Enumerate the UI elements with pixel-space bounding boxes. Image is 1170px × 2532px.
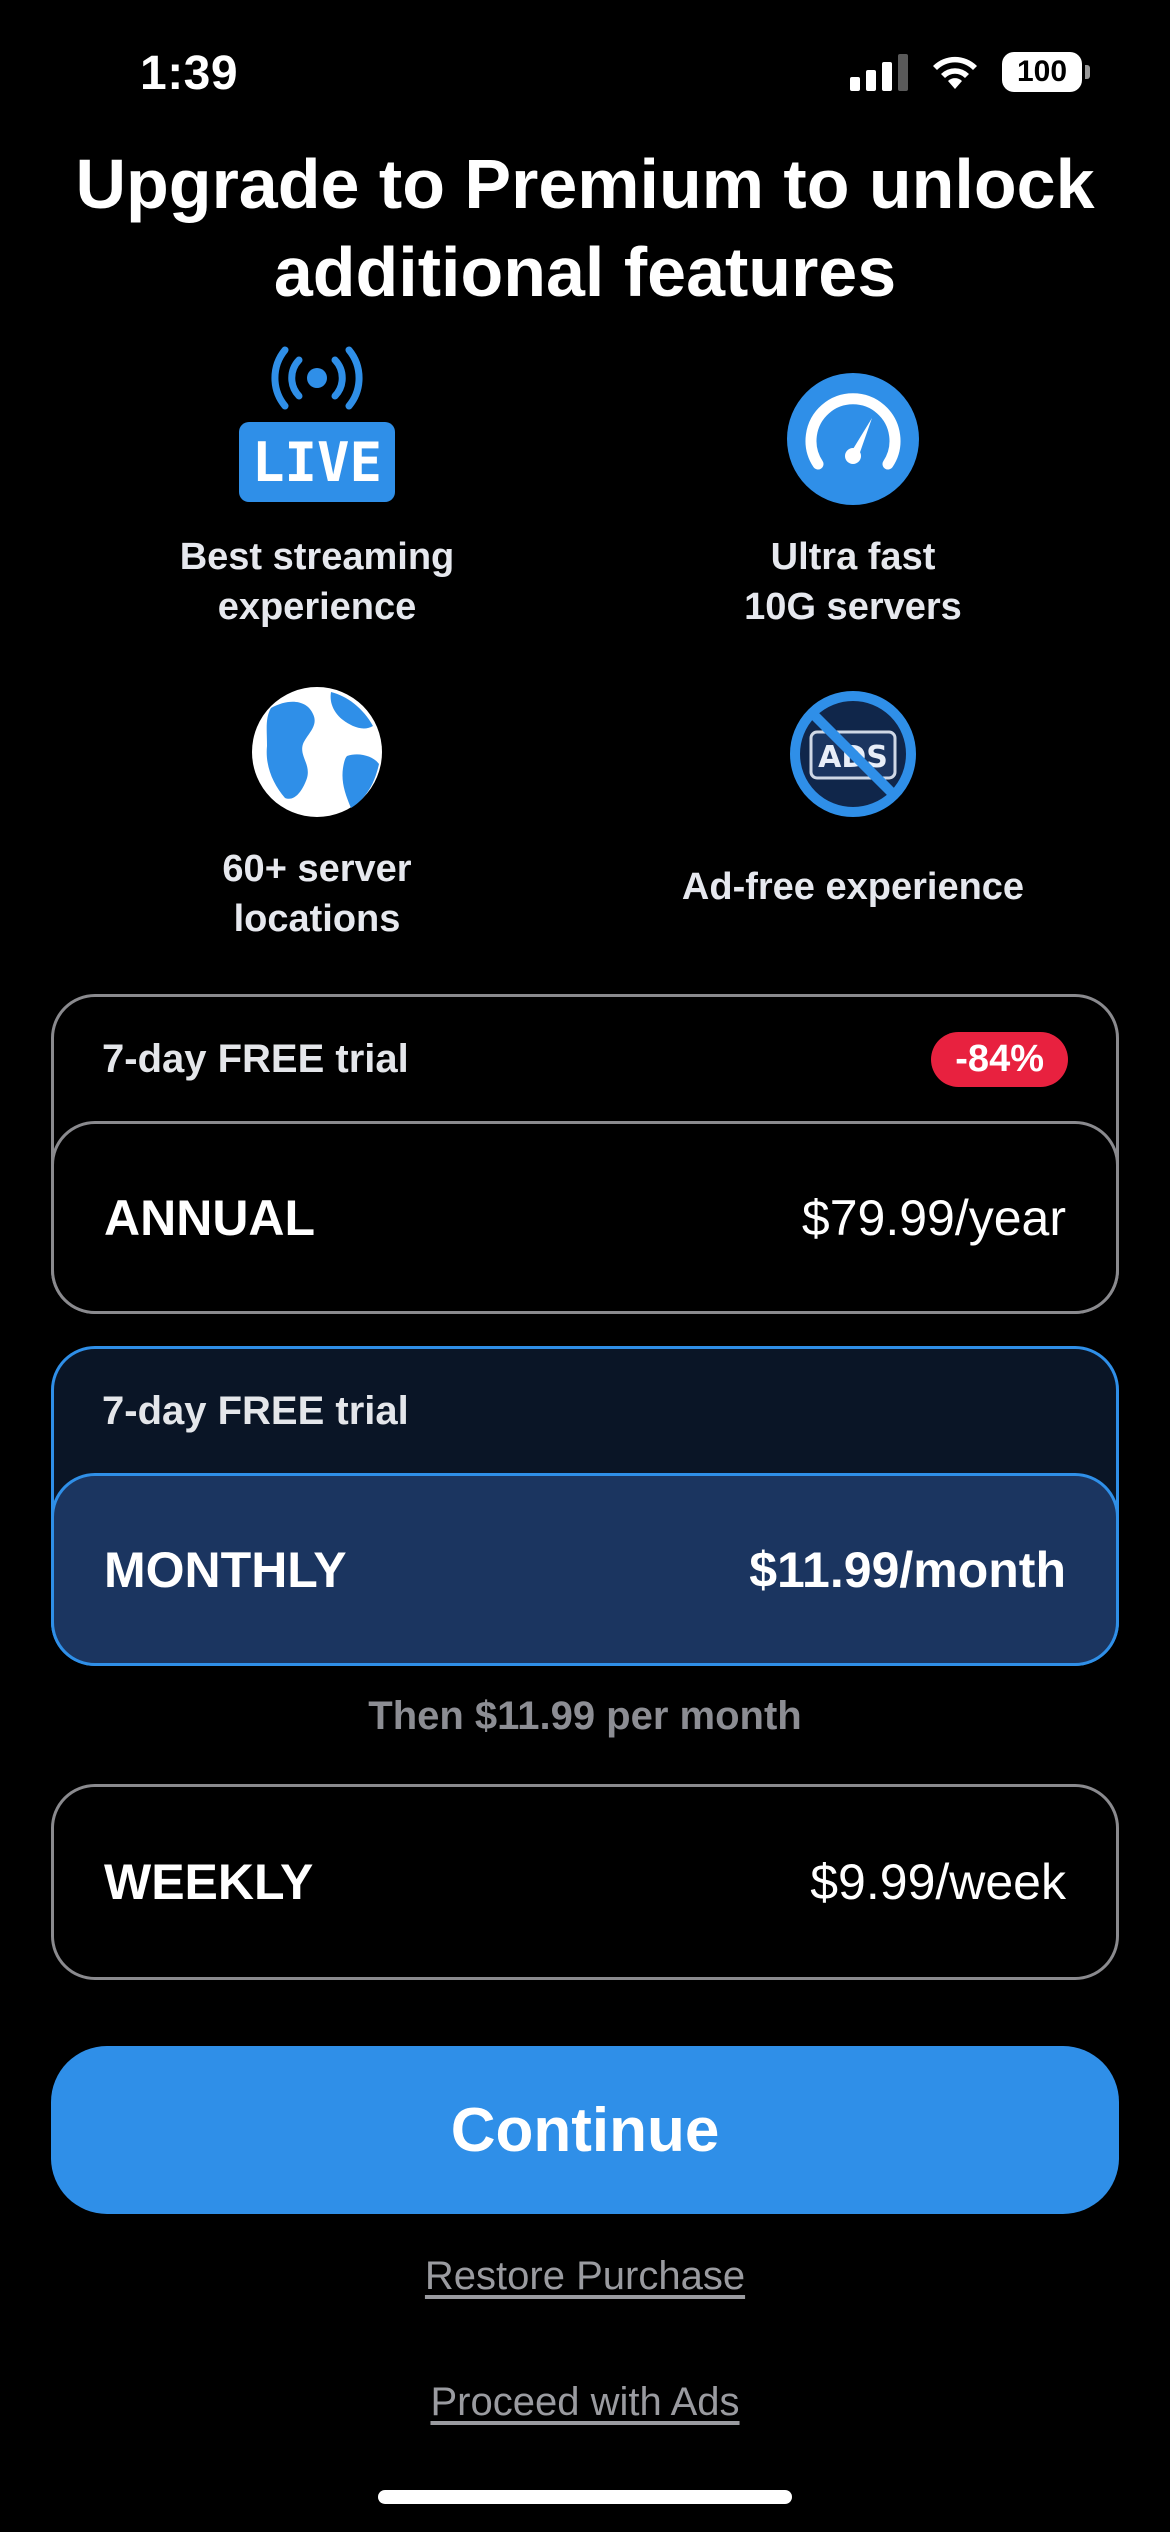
plan-monthly[interactable]: 7-day FREE trial MONTHLY $11.99/month <box>51 1346 1119 1666</box>
status-icons: 100 <box>850 52 1090 92</box>
plan-weekly[interactable]: WEEKLY $9.99/week <box>51 1784 1119 1980</box>
continue-button[interactable]: Continue <box>51 2046 1119 2214</box>
plan-price: $9.99/week <box>810 1854 1066 1910</box>
plan-price: $11.99/month <box>749 1541 1066 1598</box>
plan-annual[interactable]: 7-day FREE trial -84% ANNUAL $79.99/year <box>51 994 1119 1314</box>
plan-name: MONTHLY <box>104 1541 347 1598</box>
battery-level: 100 <box>1002 52 1082 92</box>
feature-label: Best streaming experience <box>179 536 455 628</box>
proceed-with-ads-link[interactable]: Proceed with Ads <box>0 2380 1170 2425</box>
feature-label: Ultra fast 10G servers <box>744 536 962 628</box>
feature-locations: 60+ server locations <box>57 658 577 944</box>
renewal-note: Then $11.99 per month <box>368 1694 802 1738</box>
discount-badge: -84% <box>931 1031 1068 1087</box>
status-time: 1:39 <box>140 47 239 100</box>
feature-label: Ad-free experience <box>681 866 1025 908</box>
trial-label: 7-day FREE trial <box>102 1388 409 1433</box>
plan-name: ANNUAL <box>104 1189 316 1246</box>
feature-label: 60+ server locations <box>222 848 412 940</box>
live-text: LIVE <box>252 431 382 494</box>
feature-speed: Ultra fast 10G servers <box>593 346 1113 632</box>
no-ads-icon: ADS <box>790 691 916 817</box>
speedometer-icon <box>787 373 919 505</box>
page-title: Upgrade to Premium to unlock additional … <box>75 145 1095 311</box>
home-indicator[interactable] <box>378 2490 792 2504</box>
live-broadcast-icon: LIVE <box>239 346 395 502</box>
trial-label: 7-day FREE trial <box>102 1036 409 1081</box>
cellular-signal-icon <box>850 53 908 91</box>
feature-streaming: LIVE Best streaming experience <box>57 346 577 632</box>
feature-adfree: ADS Ad-free experience <box>593 658 1113 912</box>
wifi-icon <box>933 56 977 89</box>
restore-purchase-link[interactable]: Restore Purchase <box>0 2254 1170 2299</box>
plan-name: WEEKLY <box>104 1854 314 1910</box>
battery-icon: 100 <box>1002 52 1090 92</box>
paywall-screen: 1:39 100 Upgrade to Premium to unlock ad… <box>0 0 1170 2532</box>
globe-icon <box>252 687 382 817</box>
plan-price: $79.99/year <box>801 1189 1066 1246</box>
